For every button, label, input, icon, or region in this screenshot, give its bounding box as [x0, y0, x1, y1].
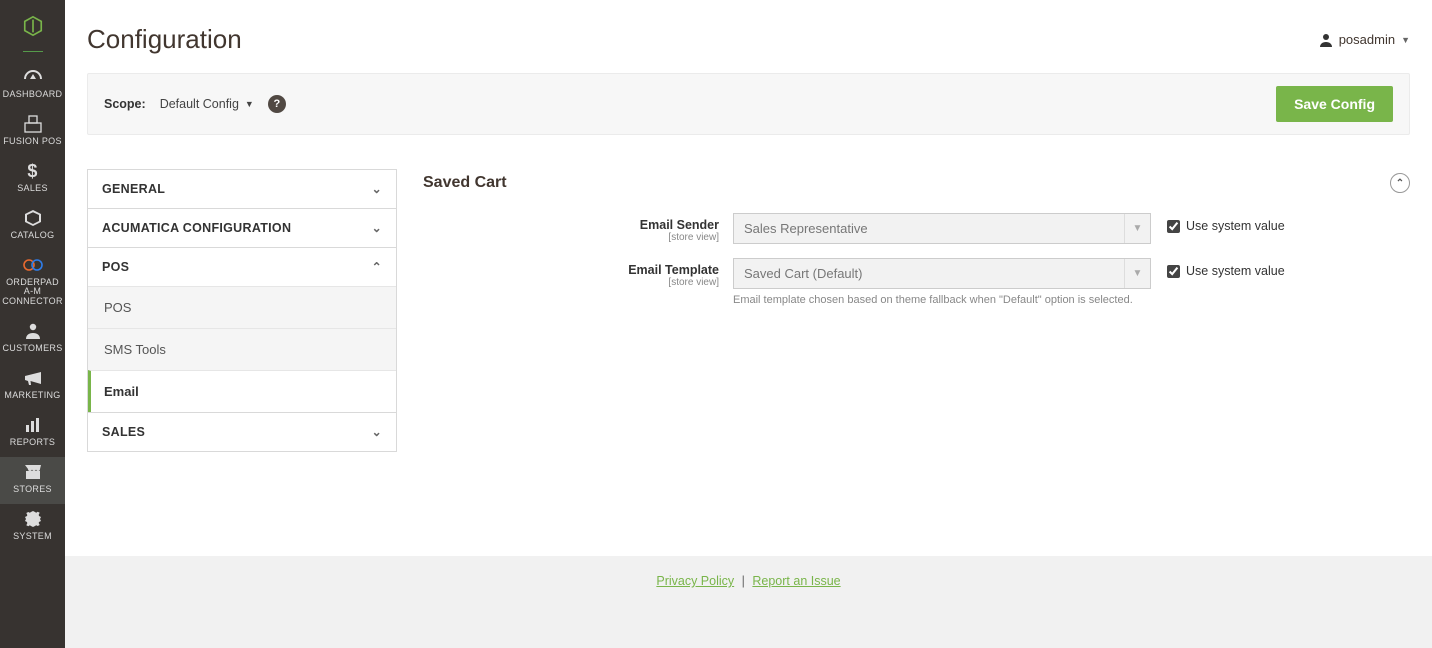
config-tab-label: ACUMATICA CONFIGURATION	[102, 221, 291, 235]
section-collapse-button[interactable]: ⌃	[1390, 173, 1410, 193]
config-subtab-sms-tools[interactable]: SMS Tools	[88, 328, 396, 370]
chevron-down-icon: ⌄	[372, 182, 382, 196]
config-subtab-email[interactable]: Email	[88, 370, 396, 412]
app-logo[interactable]	[0, 8, 65, 43]
email-sender-select: Sales Representative ▼	[733, 213, 1151, 244]
field-row-email-sender: Email Sender [store view] Sales Represen…	[423, 213, 1410, 244]
sidebar-item-reports[interactable]: REPORTS	[0, 410, 65, 457]
sidebar-item-dashboard[interactable]: DASHBOARD	[0, 62, 65, 109]
chevron-down-icon: ⌄	[372, 425, 382, 439]
field-label: Email Sender	[640, 218, 719, 232]
sidebar-item-label: MARKETING	[4, 391, 60, 401]
config-tab-acumatica[interactable]: ACUMATICA CONFIGURATION ⌄	[88, 209, 396, 247]
sidebar-item-label: STORES	[13, 485, 52, 495]
sidebar-item-label: DASHBOARD	[3, 90, 63, 100]
sidebar-item-label: REPORTS	[10, 438, 55, 448]
config-tab-sales[interactable]: SALES ⌄	[88, 413, 396, 451]
field-row-email-template: Email Template [store view] Saved Cart (…	[423, 258, 1410, 306]
select-value: Saved Cart (Default)	[734, 259, 873, 288]
field-label: Email Template	[628, 263, 719, 277]
sidebar-item-system[interactable]: SYSTEM	[0, 504, 65, 551]
storefront-icon	[25, 463, 41, 481]
admin-username: posadmin	[1339, 32, 1395, 47]
cube-icon	[25, 209, 41, 227]
config-subtab-label: POS	[104, 300, 131, 315]
page-title: Configuration	[87, 24, 242, 55]
scope-value: Default Config	[160, 97, 239, 111]
sidebar-item-customers[interactable]: CUSTOMERS	[0, 316, 65, 363]
caret-down-icon: ▼	[245, 99, 254, 109]
field-scope-note: [store view]	[423, 277, 719, 288]
sidebar-item-fusion-pos[interactable]: FUSION POS	[0, 109, 65, 156]
config-tab-pos[interactable]: POS ⌃	[88, 248, 396, 286]
use-system-label: Use system value	[1186, 219, 1285, 233]
main-area: Configuration posadmin ▼ Scope: Default …	[65, 0, 1432, 648]
config-subtab-label: Email	[104, 384, 139, 399]
admin-user-menu[interactable]: posadmin ▼	[1319, 32, 1410, 47]
admin-sidebar: DASHBOARD FUSION POS $ SALES CATALOG ORD…	[0, 0, 65, 648]
sidebar-item-marketing[interactable]: MARKETING	[0, 363, 65, 410]
sidebar-item-label: CATALOG	[11, 231, 55, 241]
config-subtab-pos[interactable]: POS	[88, 286, 396, 328]
config-tab-label: SALES	[102, 425, 145, 439]
caret-down-icon: ▼	[1401, 35, 1410, 45]
scope-selector[interactable]: Default Config ▼	[160, 97, 254, 111]
sidebar-item-label: FUSION POS	[3, 137, 62, 147]
dollar-icon: $	[27, 162, 37, 180]
config-subtab-label: SMS Tools	[104, 342, 166, 357]
logo-underline	[23, 51, 43, 52]
sidebar-item-sales[interactable]: $ SALES	[0, 156, 65, 203]
page-footer: Privacy Policy | Report an Issue	[65, 556, 1432, 648]
sidebar-item-label: ORDERPAD A-M CONNECTOR	[2, 278, 63, 308]
scope-bar: Scope: Default Config ▼ ? Save Config	[87, 73, 1410, 135]
bar-chart-icon	[25, 416, 41, 434]
magento-logo-icon	[22, 15, 44, 37]
sidebar-item-stores[interactable]: STORES	[0, 457, 65, 504]
gear-icon	[25, 510, 41, 528]
section-title: Saved Cart	[423, 174, 507, 192]
sidebar-item-label: SALES	[17, 184, 48, 194]
pos-icon	[24, 115, 42, 133]
chevron-up-icon: ⌃	[1396, 178, 1404, 189]
link-rings-icon	[23, 256, 43, 274]
config-tab-general[interactable]: GENERAL ⌄	[88, 170, 396, 208]
chevron-up-icon: ⌃	[372, 260, 382, 274]
config-panel: Saved Cart ⌃ Email Sender [store view] S…	[423, 169, 1410, 452]
config-tab-label: GENERAL	[102, 182, 165, 196]
megaphone-icon	[25, 369, 41, 387]
use-system-value-toggle[interactable]: Use system value	[1167, 213, 1285, 233]
field-hint: Email template chosen based on theme fal…	[733, 294, 1151, 306]
sidebar-item-label: CUSTOMERS	[2, 344, 62, 354]
privacy-policy-link[interactable]: Privacy Policy	[656, 574, 734, 588]
scope-help-icon[interactable]: ?	[268, 95, 286, 113]
gauge-icon	[24, 68, 42, 86]
sidebar-item-orderpad-connector[interactable]: ORDERPAD A-M CONNECTOR	[0, 250, 65, 317]
footer-separator: |	[742, 574, 745, 588]
use-system-value-toggle[interactable]: Use system value	[1167, 258, 1285, 278]
scope-label: Scope:	[104, 97, 146, 111]
sidebar-item-label: SYSTEM	[13, 532, 52, 542]
use-system-label: Use system value	[1186, 264, 1285, 278]
page-header: Configuration posadmin ▼	[87, 0, 1410, 73]
use-system-checkbox[interactable]	[1167, 265, 1180, 278]
sidebar-item-catalog[interactable]: CATALOG	[0, 203, 65, 250]
user-icon	[1319, 33, 1333, 47]
report-issue-link[interactable]: Report an Issue	[752, 574, 840, 588]
use-system-checkbox[interactable]	[1167, 220, 1180, 233]
config-tab-label: POS	[102, 260, 129, 274]
select-value: Sales Representative	[734, 214, 878, 243]
person-icon	[26, 322, 40, 340]
save-config-button[interactable]: Save Config	[1276, 86, 1393, 122]
caret-down-icon: ▼	[1124, 214, 1150, 243]
field-scope-note: [store view]	[423, 232, 719, 243]
config-tabs: GENERAL ⌄ ACUMATICA CONFIGURATION ⌄ POS …	[87, 169, 397, 452]
email-template-select: Saved Cart (Default) ▼	[733, 258, 1151, 289]
chevron-down-icon: ⌄	[372, 221, 382, 235]
caret-down-icon: ▼	[1124, 259, 1150, 288]
